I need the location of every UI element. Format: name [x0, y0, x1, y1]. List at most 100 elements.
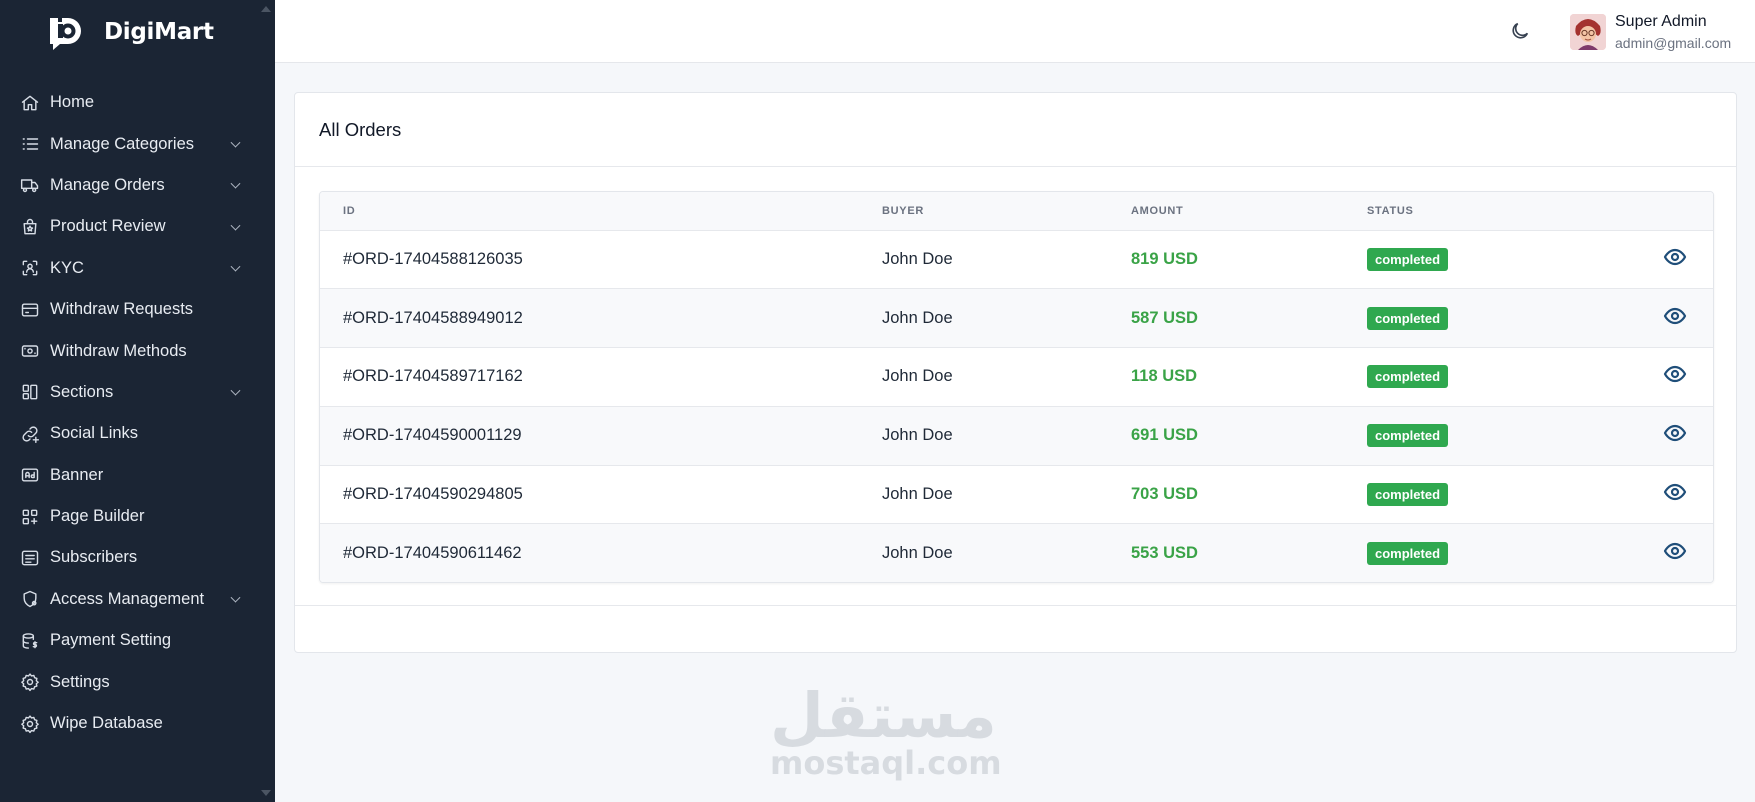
order-buyer: John Doe — [882, 308, 953, 327]
sidebar-item-payment-setting[interactable]: Payment Setting — [0, 620, 275, 661]
order-amount: 587 USD — [1131, 308, 1198, 327]
status-badge: completed — [1367, 424, 1449, 448]
view-order-eye-icon[interactable] — [1663, 543, 1687, 567]
view-order-eye-icon[interactable] — [1663, 425, 1687, 449]
watermark: مستقل mostaql.com — [770, 679, 1002, 782]
ad-icon — [19, 464, 41, 486]
sidebar-item-wipe-database[interactable]: Wipe Database — [0, 703, 275, 744]
order-amount: 691 USD — [1131, 426, 1198, 445]
sidebar-item-social-links[interactable]: Social Links — [0, 413, 275, 454]
status-badge: completed — [1367, 247, 1449, 271]
sidebar-item-label: Sections — [50, 382, 114, 401]
bag-star-icon — [19, 216, 41, 238]
chevron-down-icon[interactable] — [230, 593, 241, 603]
sidebar-item-withdraw-methods[interactable]: Withdraw Methods — [0, 330, 275, 371]
sidebar-item-label: Subscribers — [50, 548, 138, 567]
order-buyer: John Doe — [882, 426, 953, 445]
order-id: #ORD-17404590611462 — [343, 544, 522, 563]
order-id: #ORD-17404588126035 — [343, 249, 523, 268]
view-order-eye-icon[interactable] — [1663, 307, 1687, 332]
sidebar-item-subscribers[interactable]: Subscribers — [0, 537, 275, 578]
order-action-cell — [1607, 524, 1713, 582]
face-scan-icon — [19, 257, 41, 279]
top-header: Super Admin admin@gmail.com — [275, 0, 1755, 63]
logo-icon — [48, 14, 98, 50]
sidebar-item-banner[interactable]: Banner — [0, 455, 275, 496]
view-order-eye-icon[interactable] — [1663, 366, 1687, 390]
sidebar-scroll-down-arrow[interactable] — [261, 790, 271, 796]
sidebar-item-product-review[interactable]: Product Review — [0, 206, 275, 247]
chevron-down-icon[interactable] — [230, 261, 241, 272]
sidebar-scroll-up-arrow[interactable] — [261, 6, 271, 12]
chevron-down-icon[interactable] — [230, 386, 241, 396]
sidebar-item-access-management[interactable]: Access Management — [0, 579, 275, 620]
home-icon — [19, 92, 41, 114]
sidebar-item-label: Manage Orders — [50, 175, 165, 194]
cash-icon — [19, 340, 41, 362]
brand-logo[interactable]: DigiMart — [48, 14, 214, 50]
view-order-eye-icon[interactable] — [1663, 248, 1687, 273]
watermark-latin: mostaql.com — [770, 744, 1002, 782]
grid-plus-icon — [19, 506, 41, 528]
card-header: All Orders — [295, 93, 1736, 167]
order-id: #ORD-17404590294805 — [343, 485, 523, 504]
watermark-arabic: مستقل — [770, 679, 997, 752]
list-box-icon — [19, 547, 41, 569]
status-badge: completed — [1367, 306, 1449, 330]
credit-card-icon — [19, 299, 41, 321]
sidebar-item-withdraw-requests[interactable]: Withdraw Requests — [0, 289, 275, 330]
view-order-eye-icon[interactable] — [1663, 483, 1687, 508]
sidebar-nav: Home Manage Categories Manage Orders Produc… — [0, 82, 275, 744]
user-email: admin@gmail.com — [1615, 35, 1732, 51]
order-buyer: John Doe — [882, 544, 953, 563]
sidebar-item-label: Access Management — [50, 589, 205, 608]
truck-icon — [19, 174, 41, 196]
order-status-cell: completed — [1367, 524, 1607, 582]
table-row: #ORD-17404590001129 John Doe 691 USD comple… — [320, 406, 1713, 466]
sidebar-item-label: Banner — [50, 465, 104, 484]
order-status-cell: completed — [1367, 230, 1607, 289]
sidebar-item-label: Withdraw Requests — [50, 300, 194, 319]
column-header-status: STATUS — [1367, 192, 1607, 231]
chevron-down-icon[interactable] — [230, 179, 241, 190]
sidebar-item-settings[interactable]: Settings — [0, 661, 275, 702]
order-action-cell — [1607, 348, 1713, 407]
sidebar-item-manage-orders[interactable]: Manage Orders — [0, 165, 275, 206]
sidebar-item-manage-categories[interactable]: Manage Categories — [0, 123, 275, 164]
order-action-cell — [1607, 230, 1713, 289]
chevron-down-icon[interactable] — [230, 220, 241, 231]
avatar[interactable] — [1570, 14, 1606, 50]
sidebar: DigiMart Home Manage Categories Manage Ord… — [0, 0, 275, 802]
sidebar-item-label: Page Builder — [50, 507, 145, 526]
sidebar-item-label: Manage Categories — [50, 134, 195, 153]
sidebar-item-home[interactable]: Home — [0, 82, 275, 123]
gear-icon — [19, 713, 41, 735]
column-header-id: ID — [320, 192, 882, 231]
sidebar-item-label: Social Links — [50, 424, 139, 443]
chevron-down-icon[interactable] — [230, 137, 241, 148]
table-row: #ORD-17404590611462 John Doe 553 USD comple… — [320, 523, 1713, 582]
sidebar-item-label: Payment Setting — [50, 631, 172, 650]
link-plus-icon — [19, 423, 41, 445]
status-badge: completed — [1367, 483, 1449, 507]
order-id: #ORD-17404590001129 — [343, 426, 522, 445]
table-row: #ORD-17404588949012 John Doe 587 USD comple… — [320, 288, 1713, 348]
order-status-cell: completed — [1367, 289, 1607, 348]
sidebar-item-label: KYC — [50, 258, 84, 277]
sidebar-item-page-builder[interactable]: Page Builder — [0, 496, 275, 537]
order-id: #ORD-17404589717162 — [343, 367, 523, 386]
table-row: #ORD-17404588126035 John Doe 819 USD comple… — [320, 230, 1713, 289]
gear-icon — [19, 671, 41, 693]
order-id: #ORD-17404588949012 — [343, 308, 523, 327]
status-badge: completed — [1367, 542, 1449, 566]
order-action-cell — [1607, 289, 1713, 348]
orders-card: All Orders ID BUYER AMOUNT STATUS #ORD-1… — [294, 92, 1737, 653]
order-status-cell: completed — [1367, 406, 1607, 465]
moon-icon[interactable] — [1509, 20, 1533, 44]
sidebar-item-kyc[interactable]: KYC — [0, 248, 275, 289]
sidebar-item-sections[interactable]: Sections — [0, 372, 275, 413]
sidebar-item-label: Withdraw Methods — [50, 341, 187, 360]
order-buyer: John Doe — [882, 249, 953, 268]
order-buyer: John Doe — [882, 367, 953, 386]
table-header-row: ID BUYER AMOUNT STATUS — [320, 192, 1713, 231]
